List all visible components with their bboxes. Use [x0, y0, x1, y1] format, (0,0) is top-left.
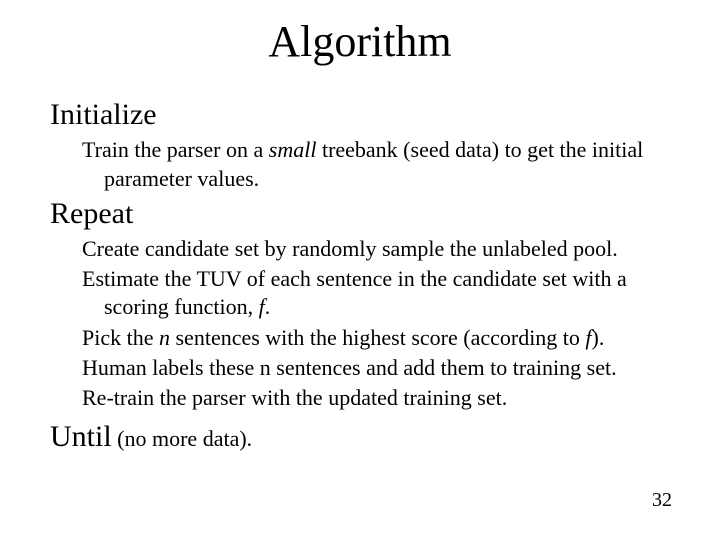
initialize-text: Train the parser on a small treebank (se…: [82, 136, 670, 192]
slide-title: Algorithm: [0, 16, 720, 67]
repeat-step-3: Pick the n sentences with the highest sc…: [82, 324, 670, 352]
until-condition: (no more data).: [112, 426, 253, 451]
init-text-a: Train the parser on a: [82, 137, 269, 162]
step3-e: ).: [592, 325, 605, 350]
step2-c: .: [265, 294, 271, 319]
initialize-heading: Initialize: [50, 96, 670, 134]
step3-c: sentences with the highest score (accord…: [170, 325, 585, 350]
repeat-step-4: Human labels these n sentences and add t…: [82, 354, 670, 382]
step3-n: n: [159, 325, 170, 350]
step2-a: Estimate the TUV of each sentence in the…: [82, 266, 627, 319]
repeat-heading: Repeat: [50, 195, 670, 233]
until-keyword: Until: [50, 420, 112, 453]
repeat-step-1: Create candidate set by randomly sample …: [82, 235, 670, 263]
init-text-small: small: [269, 137, 317, 162]
repeat-step-2: Estimate the TUV of each sentence in the…: [82, 265, 670, 321]
until-line: Until (no more data).: [50, 418, 670, 456]
step3-a: Pick the: [82, 325, 159, 350]
repeat-step-5: Re-train the parser with the updated tra…: [82, 384, 670, 412]
page-number: 32: [652, 489, 672, 512]
slide: Algorithm Initialize Train the parser on…: [0, 0, 720, 540]
slide-body: Initialize Train the parser on a small t…: [50, 92, 670, 456]
